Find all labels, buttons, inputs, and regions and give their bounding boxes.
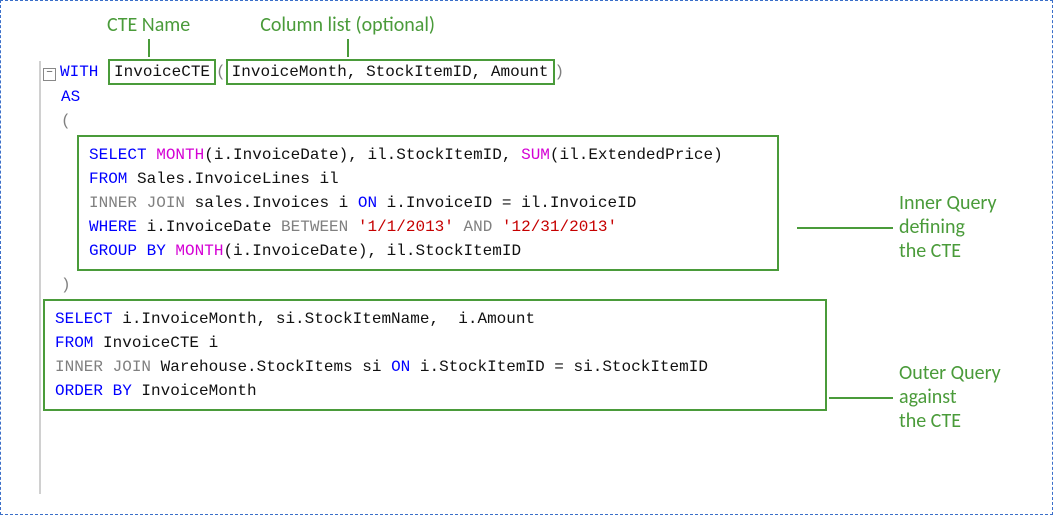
code-line: ) <box>43 273 1052 297</box>
code-line: INNER JOIN Warehouse.StockItems si ON i.… <box>55 355 815 379</box>
code-text: (i.InvoiceDate), il.StockItemID <box>223 242 521 260</box>
code-area: Inner Query defining the CTE Outer Query… <box>43 59 1052 411</box>
code-line: −WITH InvoiceCTE(InvoiceMonth, StockItem… <box>43 59 1052 85</box>
paren-close: ) <box>61 276 71 294</box>
code-text: (il.ExtendedPrice) <box>550 146 723 164</box>
connector-horizontal <box>797 227 893 229</box>
label-inner-query-l1: Inner Query <box>899 191 997 215</box>
kw-select: SELECT <box>55 310 113 328</box>
kw-as: AS <box>61 88 80 106</box>
label-cte-name-text: CTE Name <box>107 13 190 37</box>
code-line: AS <box>43 85 1052 109</box>
connector-vertical <box>148 39 150 57</box>
code-line: INNER JOIN sales.Invoices i ON i.Invoice… <box>89 191 767 215</box>
code-text: sales.Invoices i <box>185 194 358 212</box>
fn-month: MONTH <box>156 146 204 164</box>
code-text: InvoiceMonth <box>132 382 257 400</box>
code-text: (i.InvoiceDate), il.StockItemID, <box>204 146 521 164</box>
code-text: i.InvoiceMonth, si.StockItemName, i.Amou… <box>113 310 535 328</box>
top-labels: CTE Name Column list (optional) <box>107 13 1052 57</box>
code-line: FROM InvoiceCTE i <box>55 331 815 355</box>
collapse-icon[interactable]: − <box>43 68 56 81</box>
label-column-list: Column list (optional) <box>260 13 435 57</box>
code-line: WHERE i.InvoiceDate BETWEEN '1/1/2013' A… <box>89 215 767 239</box>
kw-select: SELECT <box>89 146 147 164</box>
code-text: i.InvoiceDate <box>137 218 281 236</box>
kw-from: FROM <box>55 334 93 352</box>
code-text: i.InvoiceID = il.InvoiceID <box>377 194 636 212</box>
kw-order-by: ORDER BY <box>55 382 132 400</box>
connector-horizontal <box>829 397 893 399</box>
kw-and: AND <box>463 218 492 236</box>
diagram-frame: CTE Name Column list (optional) Inner Qu… <box>0 0 1053 515</box>
label-inner-query: Inner Query defining the CTE <box>899 191 997 263</box>
label-outer-query-l3: the CTE <box>899 409 1001 433</box>
kw-inner: INNER <box>55 358 103 376</box>
code-text: Sales.InvoiceLines il <box>127 170 338 188</box>
kw-group-by: GROUP BY <box>89 242 166 260</box>
code-text: i.StockItemID = si.StockItemID <box>410 358 708 376</box>
kw-with: WITH <box>60 63 98 81</box>
code-text: Warehouse.StockItems si <box>151 358 391 376</box>
code-line: ( <box>43 109 1052 133</box>
label-outer-query-l2: against <box>899 385 1001 409</box>
string-literal: '12/31/2013' <box>492 218 617 236</box>
code-line: FROM Sales.InvoiceLines il <box>89 167 767 191</box>
label-inner-query-l2: defining <box>899 215 997 239</box>
column-list-text: InvoiceMonth, StockItemID, Amount <box>232 63 549 81</box>
code-line: SELECT MONTH(i.InvoiceDate), il.StockIte… <box>89 143 767 167</box>
label-outer-query-l1: Outer Query <box>899 361 1001 385</box>
box-inner-query: SELECT MONTH(i.InvoiceDate), il.StockIte… <box>77 135 779 271</box>
kw-inner: INNER <box>89 194 137 212</box>
code-line: SELECT i.InvoiceMonth, si.StockItemName,… <box>55 307 815 331</box>
label-inner-query-l3: the CTE <box>899 239 997 263</box>
code-gutter-line <box>39 61 41 494</box>
paren-open: ( <box>61 112 71 130</box>
label-cte-name: CTE Name <box>107 13 190 57</box>
cte-identifier: InvoiceCTE <box>114 63 210 81</box>
kw-on: ON <box>391 358 410 376</box>
connector-vertical <box>347 39 349 57</box>
kw-where: WHERE <box>89 218 137 236</box>
code-line: ORDER BY InvoiceMonth <box>55 379 815 403</box>
code-text: InvoiceCTE i <box>93 334 218 352</box>
kw-from: FROM <box>89 170 127 188</box>
label-outer-query: Outer Query against the CTE <box>899 361 1001 433</box>
string-literal: '1/1/2013' <box>348 218 463 236</box>
kw-on: ON <box>358 194 377 212</box>
label-column-list-text: Column list (optional) <box>260 13 435 37</box>
box-outer-query: SELECT i.InvoiceMonth, si.StockItemName,… <box>43 299 827 411</box>
kw-join: JOIN <box>137 194 185 212</box>
kw-between: BETWEEN <box>281 218 348 236</box>
kw-join: JOIN <box>103 358 151 376</box>
box-cte-name: InvoiceCTE <box>108 59 216 85</box>
fn-month: MONTH <box>175 242 223 260</box>
code-line: GROUP BY MONTH(i.InvoiceDate), il.StockI… <box>89 239 767 263</box>
box-column-list: InvoiceMonth, StockItemID, Amount <box>226 59 555 85</box>
fn-sum: SUM <box>521 146 550 164</box>
